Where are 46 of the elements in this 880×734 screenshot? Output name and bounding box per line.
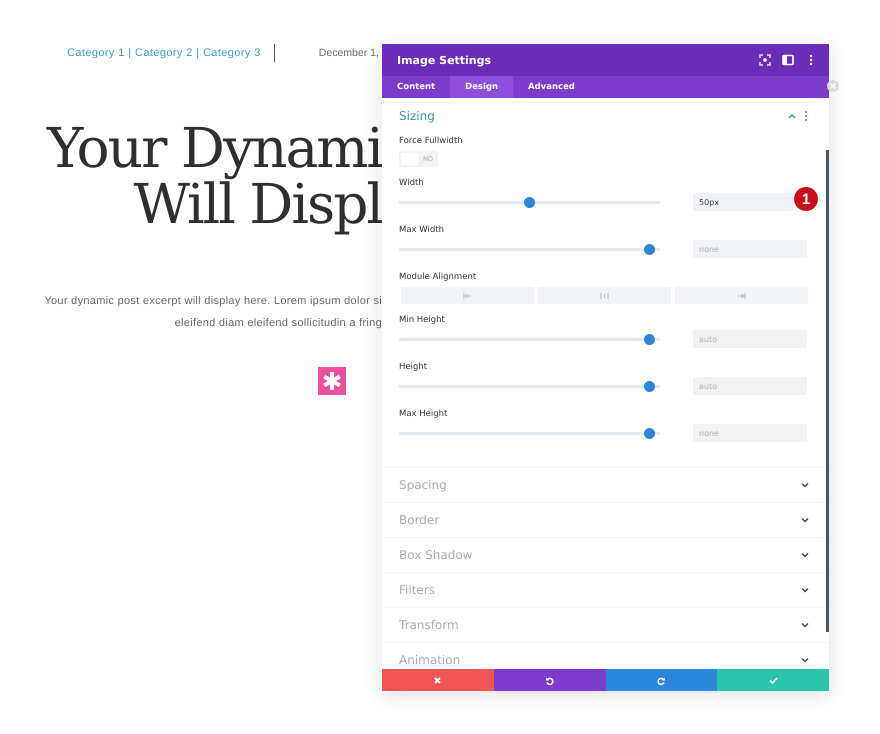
post-date: December 1, — [318, 47, 379, 59]
close-icon — [433, 676, 442, 684]
field-label: Force Fullwidth — [399, 135, 464, 148]
slider-thumb[interactable] — [524, 196, 535, 208]
panel-tab[interactable]: Design — [450, 76, 514, 98]
value-field[interactable]: none — [693, 240, 807, 258]
field-label: Min Height — [399, 314, 446, 327]
slider-thumb[interactable] — [644, 244, 655, 254]
align-right-icon — [737, 292, 746, 300]
value-field[interactable]: auto — [693, 377, 807, 395]
focus-mode-icon[interactable] — [759, 54, 771, 66]
expand-caret-icon[interactable] — [801, 552, 809, 558]
slider-thumb[interactable] — [644, 380, 655, 392]
expand-caret-icon[interactable] — [801, 657, 809, 663]
value-field[interactable]: auto — [693, 330, 807, 348]
expand-caret-icon[interactable] — [801, 517, 809, 523]
section-menu-icon[interactable] — [803, 110, 809, 122]
checkmark-icon — [768, 676, 778, 684]
field-label: Height — [399, 361, 428, 374]
align-left-icon — [463, 292, 472, 300]
post-excerpt: Your dynamic post excerpt will display here. Lorem ipsum dolor si — [43, 294, 382, 309]
scrollbar[interactable] — [826, 150, 829, 632]
expand-caret-icon[interactable] — [801, 482, 809, 488]
collapse-caret-icon[interactable] — [788, 113, 796, 119]
panel-title: Image Settings — [397, 54, 492, 66]
redo-icon — [656, 676, 666, 684]
value-field[interactable]: none — [693, 424, 807, 442]
post-categories[interactable]: Category 1 | Category 2 | Category 3 — [67, 47, 261, 59]
section-header[interactable]: Sizing — [382, 98, 829, 134]
field-label: Width — [399, 177, 425, 190]
value-field[interactable]: 50px — [693, 193, 794, 211]
field-label: Max Height — [399, 408, 448, 421]
expand-caret-icon[interactable] — [801, 587, 809, 593]
field-label: Module Alignment — [399, 271, 478, 284]
close-icon[interactable] — [826, 79, 840, 93]
align-center-icon — [600, 292, 609, 300]
split-view-icon[interactable] — [782, 54, 794, 66]
panel-tab[interactable]: Content — [382, 76, 450, 98]
slider-thumb[interactable] — [644, 428, 655, 438]
asterisk-image — [318, 367, 346, 395]
expand-caret-icon[interactable] — [801, 622, 809, 628]
undo-icon — [545, 676, 554, 684]
post-excerpt: eleifend diam eleifend sollicitudin a fring — [174, 316, 382, 331]
field-label: Max Width — [399, 224, 445, 237]
panel-tab[interactable]: Advanced — [513, 76, 590, 98]
slider-thumb[interactable] — [644, 334, 655, 344]
